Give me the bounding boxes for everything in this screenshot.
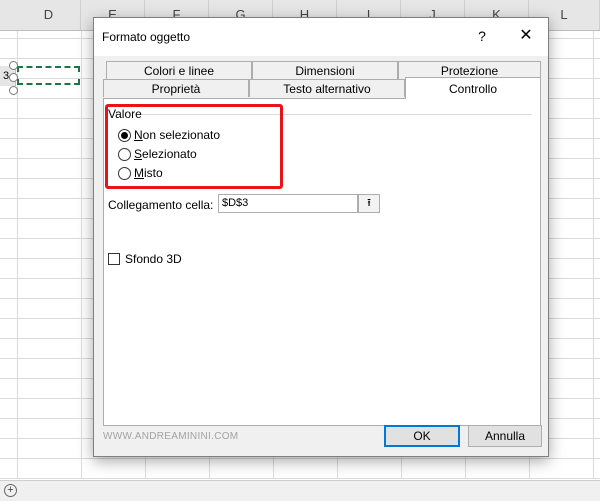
dialog-title: Formato oggetto (102, 30, 191, 44)
add-sheet-icon[interactable]: + (4, 484, 17, 497)
checkbox-icon[interactable] (108, 253, 120, 265)
cell-link-input[interactable]: $D$3 (218, 194, 358, 213)
resize-handle-left[interactable] (9, 73, 18, 82)
resize-handle-bottom-left[interactable] (9, 86, 18, 95)
tab-testo-alternativo[interactable]: Testo alternativo (249, 79, 405, 97)
watermark-text: WWW.ANDREAMININI.COM (103, 431, 239, 442)
column-header-d[interactable]: D (17, 0, 81, 30)
checkbox-sfondo-3d[interactable]: Sfondo 3D (108, 252, 182, 266)
collapse-dialog-icon[interactable]: ⭱ (358, 194, 380, 213)
selected-cell[interactable] (17, 66, 80, 85)
help-icon[interactable]: ? (472, 26, 492, 46)
cancel-button[interactable]: Annulla (468, 425, 542, 447)
tab-dimensioni[interactable]: Dimensioni (252, 61, 398, 79)
checkbox-label: Sfondo 3D (125, 252, 182, 266)
resize-handle-top-left[interactable] (9, 61, 18, 70)
tab-proprieta[interactable]: Proprietà (103, 79, 249, 97)
ok-button[interactable]: OK (384, 425, 460, 447)
highlight-box (105, 104, 283, 189)
sheet-tab-bar: + (0, 480, 600, 501)
tab-colori-e-linee[interactable]: Colori e linee (106, 61, 252, 79)
format-object-dialog: Formato oggetto ? ✕ Colori e linee Dimen… (93, 17, 549, 457)
cell-link-label: Collegamento cella: (108, 198, 214, 212)
tab-controllo[interactable]: Controllo (405, 77, 541, 99)
dialog-titlebar: Formato oggetto ? ✕ (94, 18, 548, 56)
close-icon[interactable]: ✕ (516, 26, 536, 46)
